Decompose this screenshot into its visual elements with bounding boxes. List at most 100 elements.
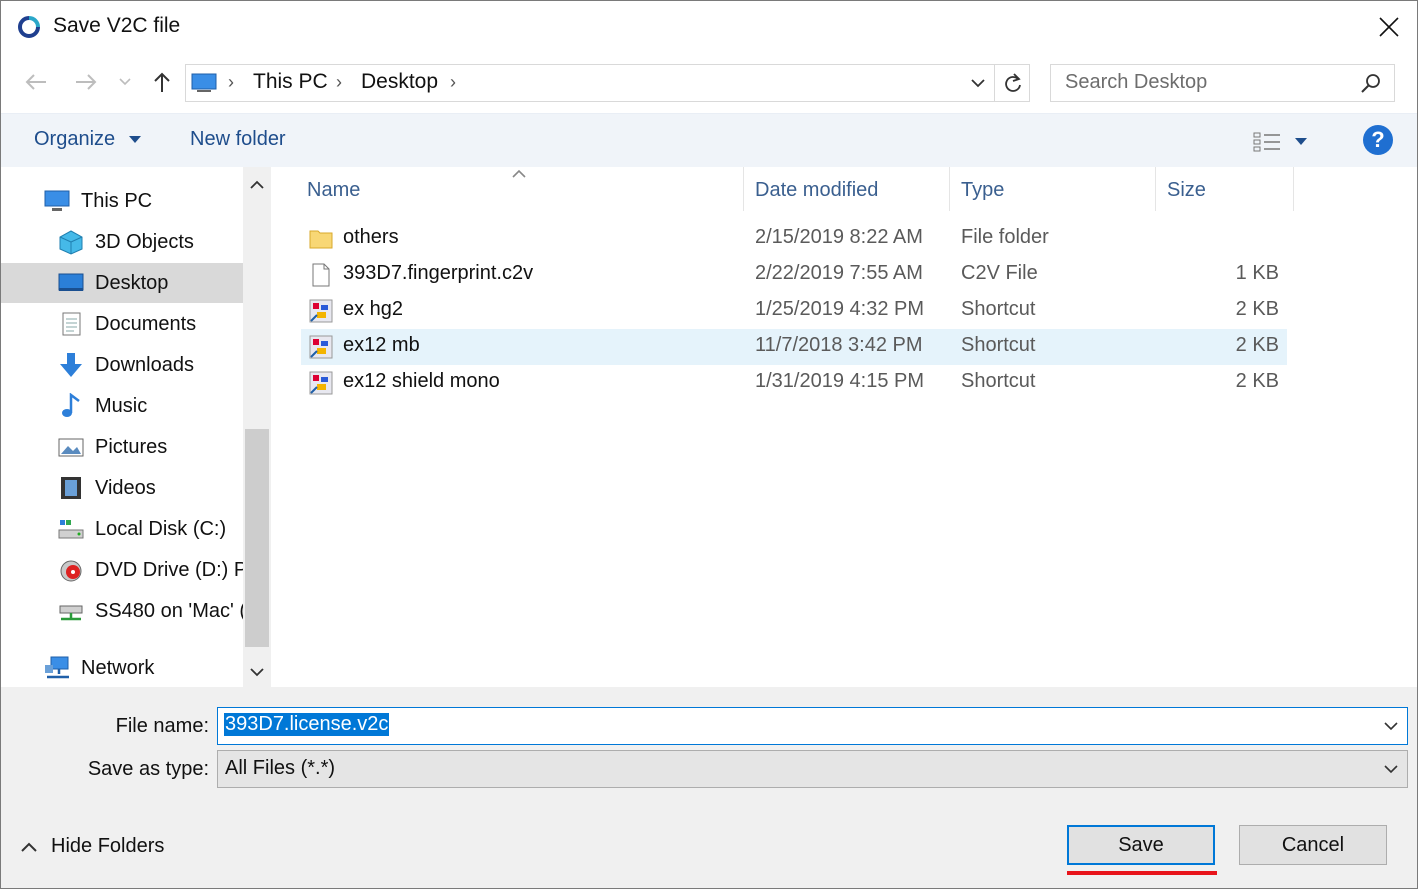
file-icon	[312, 263, 330, 287]
sidebar-item-downloads[interactable]: Downloads	[1, 345, 243, 385]
up-button[interactable]	[147, 67, 177, 97]
file-row-ex-hg2[interactable]: ex hg2 1/25/2019 4:32 PM Shortcut 2 KB	[301, 293, 1287, 329]
column-divider[interactable]	[1155, 167, 1156, 211]
file-size: 2 KB	[1235, 370, 1279, 392]
sidebar-item-label: This PC	[81, 189, 153, 212]
sidebar-item-this-pc[interactable]: This PC	[1, 181, 243, 221]
file-name: ex12 mb	[343, 334, 420, 356]
refresh-button[interactable]	[994, 65, 1030, 101]
details-view-icon	[1253, 132, 1280, 152]
3d-objects-icon	[59, 230, 83, 255]
scroll-down-button[interactable]	[243, 657, 271, 687]
sidebar-scrollbar-thumb[interactable]	[245, 429, 269, 647]
back-arrow-icon	[25, 74, 46, 90]
sidebar-item-label: Pictures	[95, 435, 168, 458]
file-name: others	[343, 226, 399, 248]
column-divider[interactable]	[743, 167, 744, 211]
sidebar-item-network-drive[interactable]: SS480 on 'Mac' (	[1, 591, 243, 631]
help-button[interactable]: ?	[1363, 125, 1393, 155]
file-name-label: File name:	[115, 715, 209, 737]
column-header-type[interactable]: Type	[961, 175, 1004, 211]
new-folder-button[interactable]: New folder	[190, 128, 286, 151]
folder-icon	[309, 230, 333, 249]
scroll-up-button[interactable]	[243, 169, 271, 199]
change-view-button[interactable]	[1253, 127, 1319, 157]
local-disk-icon	[58, 520, 84, 539]
command-bar: Organize New folder ?	[1, 113, 1417, 167]
caret-down-icon	[128, 135, 141, 143]
dvd-drive-icon	[60, 560, 82, 582]
file-name-value: 393D7.license.v2c	[224, 713, 390, 736]
file-date: 2/22/2019 7:55 AM	[755, 262, 923, 284]
hide-folders-button[interactable]: Hide Folders	[21, 835, 164, 858]
caret-down-icon	[1295, 138, 1307, 145]
sidebar-item-label: Documents	[95, 312, 197, 335]
search-icon[interactable]	[1359, 72, 1383, 96]
forward-button[interactable]	[71, 67, 101, 97]
window-title: Save V2C file	[53, 14, 181, 37]
sidebar-item-local-disk[interactable]: Local Disk (C:)	[1, 509, 243, 549]
column-divider[interactable]	[1293, 167, 1294, 211]
file-row-ex12-shield-mono[interactable]: ex12 shield mono 1/31/2019 4:15 PM Short…	[301, 365, 1287, 401]
breadcrumb-desktop[interactable]: Desktop	[361, 70, 438, 94]
column-header-name[interactable]: Name	[307, 175, 360, 211]
sidebar-item-documents[interactable]: Documents	[1, 304, 243, 344]
file-row-fingerprint[interactable]: 393D7.fingerprint.c2v 2/22/2019 7:55 AM …	[301, 257, 1287, 293]
pictures-icon	[58, 438, 84, 457]
sidebar-item-label: Network	[81, 656, 155, 679]
sidebar-item-3d-objects[interactable]: 3D Objects	[1, 222, 243, 262]
sidebar-item-label: DVD Drive (D:) P	[95, 558, 243, 581]
app-logo-icon	[18, 16, 40, 38]
sidebar-item-dvd-drive[interactable]: DVD Drive (D:) P	[1, 550, 243, 590]
file-row-others[interactable]: others 2/15/2019 8:22 AM File folder	[301, 221, 1287, 257]
close-button[interactable]	[1367, 7, 1411, 47]
file-list: Name Date modified Type Size others 2/15…	[271, 167, 1417, 687]
shortcut-icon	[309, 371, 333, 395]
file-name-input[interactable]: 393D7.license.v2c	[217, 707, 1408, 745]
breadcrumb-separator: ›	[228, 72, 234, 92]
organize-label: Organize	[34, 128, 116, 150]
recent-locations-button[interactable]	[113, 67, 137, 97]
sidebar-item-videos[interactable]: Videos	[1, 468, 243, 508]
sidebar-item-label: Downloads	[95, 353, 194, 376]
search-input[interactable]: Search Desktop	[1050, 64, 1395, 102]
address-bar[interactable]: › This PC › Desktop ›	[185, 64, 1030, 102]
search-placeholder: Search Desktop	[1065, 71, 1208, 93]
up-arrow-icon	[154, 72, 170, 92]
file-name: 393D7.fingerprint.c2v	[343, 262, 534, 284]
sidebar-item-label: 3D Objects	[95, 230, 194, 253]
chevron-down-icon	[119, 78, 131, 86]
sidebar-item-music[interactable]: Music	[1, 386, 243, 426]
file-name: ex hg2	[343, 298, 404, 320]
sidebar-item-network[interactable]: Network	[1, 648, 243, 688]
file-type: Shortcut	[961, 298, 1036, 320]
save-as-type-select[interactable]: All Files (*.*)	[217, 750, 1408, 788]
sidebar-item-label: Local Disk (C:)	[95, 517, 227, 540]
file-row-ex12-mb[interactable]: ex12 mb 11/7/2018 3:42 PM Shortcut 2 KB	[301, 329, 1287, 365]
file-name: ex12 shield mono	[343, 370, 500, 392]
file-type: Shortcut	[961, 370, 1036, 392]
network-icon	[45, 656, 69, 679]
address-dropdown-button[interactable]	[964, 69, 992, 97]
save-as-type-value: All Files (*.*)	[225, 757, 336, 779]
sidebar-item-label: Videos	[95, 476, 156, 499]
sidebar-item-label: Music	[95, 394, 148, 417]
save-button[interactable]: Save	[1067, 825, 1215, 865]
cancel-button[interactable]: Cancel	[1239, 825, 1387, 865]
column-header-size[interactable]: Size	[1167, 175, 1206, 211]
back-button[interactable]	[21, 67, 51, 97]
breadcrumb-this-pc[interactable]: This PC	[253, 70, 328, 94]
column-header-date[interactable]: Date modified	[755, 175, 878, 211]
chevron-down-icon[interactable]	[1383, 718, 1399, 734]
file-size: 2 KB	[1235, 298, 1279, 320]
videos-icon	[61, 477, 81, 499]
chevron-down-icon	[1384, 765, 1398, 774]
organize-button[interactable]: Organize	[34, 128, 141, 151]
sidebar-item-label: Desktop	[95, 271, 169, 294]
sidebar-item-desktop[interactable]: Desktop	[1, 263, 243, 303]
title-bar: Save V2C file	[1, 1, 1417, 53]
sidebar-item-pictures[interactable]: Pictures	[1, 427, 243, 467]
sort-ascending-icon	[512, 169, 526, 178]
column-divider[interactable]	[949, 167, 950, 211]
this-pc-icon	[191, 73, 217, 92]
